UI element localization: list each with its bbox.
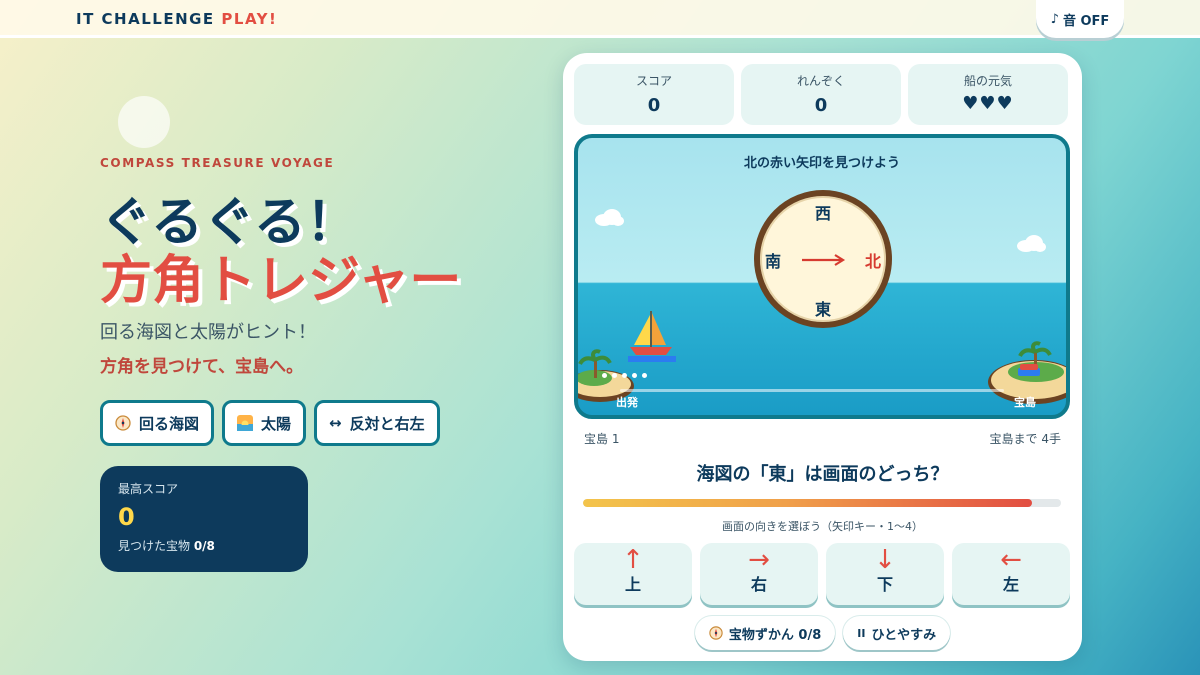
stat-value: 0 (647, 95, 661, 116)
answer-label: 左 (1002, 575, 1019, 594)
pause-icon: II (857, 626, 866, 640)
choose-direction-hint: 画面の向きを選ぼう（矢印キー・1〜4） (722, 520, 923, 533)
rotating-compass: 西 東 南 北 (754, 190, 892, 328)
stat-label: 船の元気 (963, 74, 1012, 88)
brand-main: IT CHALLENGE (76, 10, 222, 28)
goal-label: 宝島 (1014, 396, 1036, 409)
pause-label: ひとやすみ (871, 627, 937, 643)
moves-remaining: 宝島まで 4手 (989, 432, 1061, 446)
arrow-left-icon: ← (1000, 545, 1022, 575)
compass-label-top: 西 (814, 204, 831, 223)
level-row: 宝島 1 宝島まで 4手 (584, 430, 1061, 447)
hearts-icon: ♥♥♥ (962, 93, 1014, 114)
treasure-book-label: 宝物ずかん 0/8 (728, 627, 822, 643)
stat-ship-health: 船の元気 ♥♥♥ (908, 64, 1068, 125)
sunrise-icon (237, 415, 254, 431)
answer-label: 上 (624, 575, 641, 594)
arrow-down-icon: ↓ (874, 545, 896, 575)
compass-icon (115, 415, 131, 431)
stat-streak: れんぞく 0 (741, 64, 901, 125)
brand-logo[interactable]: IT CHALLENGE PLAY! (76, 10, 277, 28)
hint-button-sun[interactable]: 太陽 (222, 400, 307, 446)
sea-chart-scene: 北の赤い矢印を見つけよう 西 東 南 北 出発 宝島 (574, 134, 1070, 419)
sound-toggle-button[interactable]: ♪ 音 OFF (1036, 0, 1124, 38)
timer-fill (583, 499, 1033, 507)
cloud-icon (1017, 235, 1046, 252)
arrow-up-icon: ↑ (622, 545, 644, 575)
treasure-found-label: 見つけた宝物 (118, 539, 194, 553)
swap-arrows-icon: ↔ (329, 414, 342, 432)
hint-button-opposite[interactable]: ↔ 反対と右左 (314, 400, 440, 446)
page-title-line2: 方角トレジャー (100, 251, 462, 311)
hint-label: 反対と右左 (349, 414, 425, 433)
hint-button-rotating-map[interactable]: 回る海図 (100, 400, 215, 446)
treasure-found-value: 0/8 (193, 539, 215, 553)
progress-dot (612, 373, 617, 378)
brand-accent: PLAY! (221, 10, 278, 28)
stat-score: スコア 0 (574, 64, 734, 125)
voyage-path (620, 389, 1004, 392)
answer-button-down[interactable]: ↓ 下 (826, 543, 944, 605)
answer-button-up[interactable]: ↑ 上 (574, 543, 692, 605)
scene-prompt: 北の赤い矢印を見つけよう (743, 156, 900, 171)
hint-label: 太陽 (261, 414, 292, 433)
treasure-book-button[interactable]: 宝物ずかん 0/8 (694, 616, 836, 650)
stat-value: 0 (814, 95, 828, 116)
hint-buttons: 回る海図 太陽 ↔ 反対と右左 (100, 400, 440, 446)
treasure-found-count: 見つけた宝物 0/8 (118, 537, 290, 554)
timer-bar (583, 499, 1061, 507)
sun-decoration (118, 96, 170, 148)
subtitle: 回る海図と太陽がヒント！ (100, 322, 316, 343)
eyebrow-text: COMPASS TREASURE VOYAGE (100, 156, 335, 170)
best-score-card: 最高スコア 0 見つけた宝物 0/8 (100, 466, 308, 572)
progress-dot (632, 373, 637, 378)
music-note-icon: ♪ (1050, 11, 1059, 27)
compass-label-left: 南 (764, 252, 781, 271)
footer-buttons: 宝物ずかん 0/8 II ひとやすみ (563, 616, 1082, 650)
stat-label: れんぞく (796, 74, 845, 88)
hint-label: 回る海図 (139, 414, 200, 433)
question-text: 海図の「東」は画面のどっち？ (696, 464, 949, 485)
cloud-icon (595, 209, 624, 226)
progress-dot (622, 373, 627, 378)
top-bar: IT CHALLENGE PLAY! ♪ 音 OFF (0, 0, 1200, 38)
answer-button-left[interactable]: ← 左 (952, 543, 1070, 605)
pause-button[interactable]: II ひとやすみ (843, 616, 951, 650)
compass-label-bottom: 東 (814, 300, 831, 319)
stats-row: スコア 0 れんぞく 0 船の元気 ♥♥♥ (574, 64, 1068, 125)
answer-label: 下 (876, 575, 893, 594)
answer-button-right[interactable]: → 右 (700, 543, 818, 605)
progress-dot (642, 373, 647, 378)
sound-label: 音 OFF (1062, 13, 1110, 29)
compass-icon (709, 626, 723, 640)
tagline: 方角を見つけて、宝島へ。 (100, 357, 304, 377)
answer-label: 右 (750, 575, 767, 594)
north-arrow-icon (802, 254, 846, 266)
start-label: 出発 (616, 396, 638, 409)
sailboat-icon (628, 311, 676, 362)
stat-label: スコア (635, 74, 672, 88)
arrow-right-icon: → (748, 545, 770, 575)
level-indicator: 宝島 1 (584, 432, 620, 446)
best-score-value: 0 (118, 503, 135, 531)
game-panel: スコア 0 れんぞく 0 船の元気 ♥♥♥ 北の赤い矢印を見つけよう 西 東 南 (563, 53, 1082, 661)
compass-label-right-north: 北 (864, 252, 881, 271)
answer-buttons: ↑ 上 → 右 ↓ 下 ← 左 (574, 543, 1070, 605)
progress-dot (602, 373, 607, 378)
best-score-label: 最高スコア (118, 482, 179, 496)
